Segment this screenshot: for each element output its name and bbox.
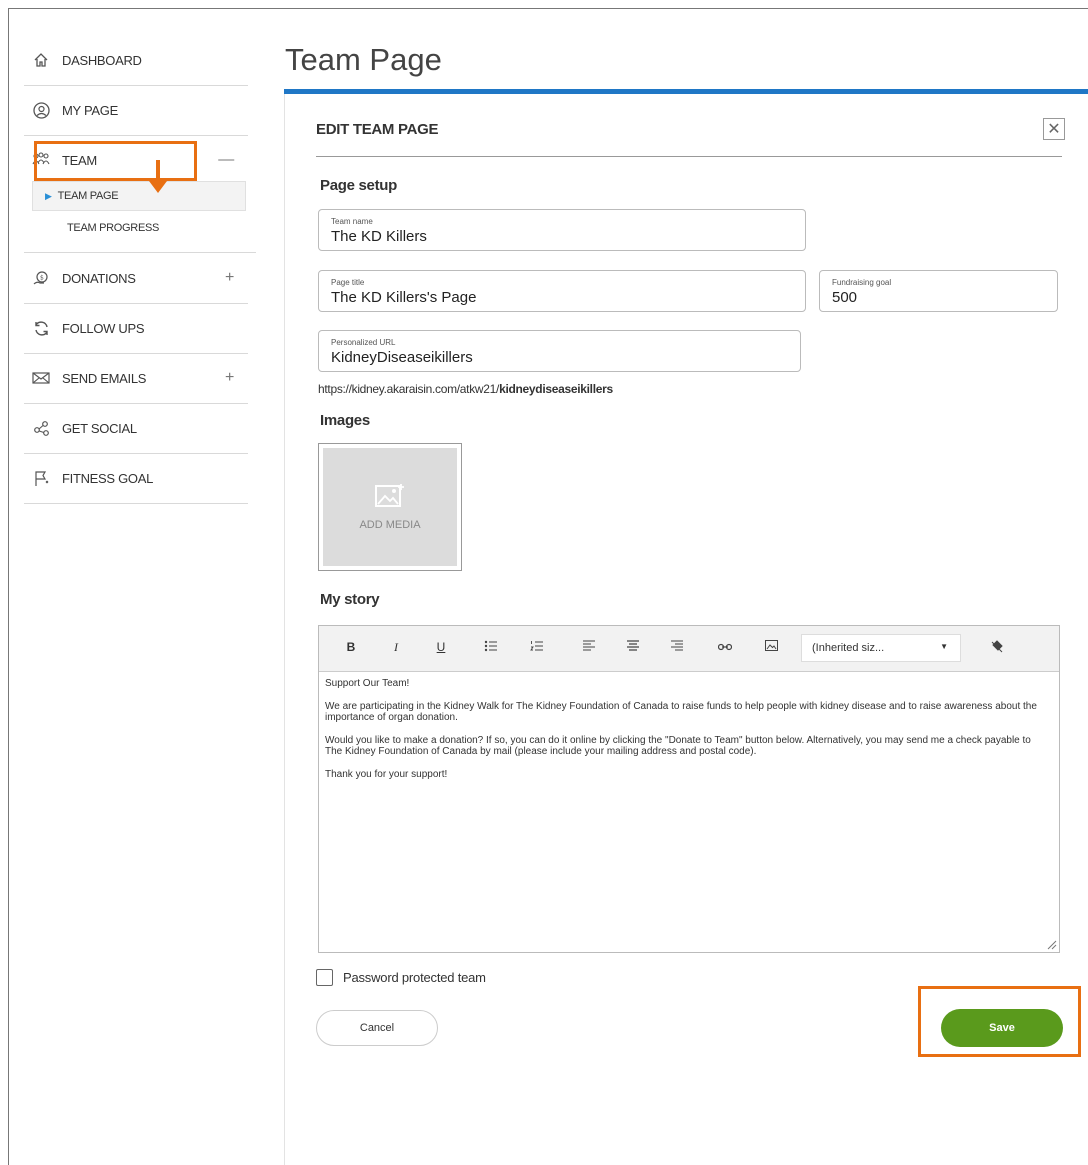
link-icon [717,643,733,651]
url-preview: https://kidney.akaraisin.com/atkw21/kidn… [318,382,613,396]
home-icon [32,51,50,69]
sidebar-item-label: DASHBOARD [62,52,142,68]
align-center-button[interactable] [621,640,645,654]
story-heading: My story [320,591,380,608]
highlight-box-team [34,141,197,181]
flag-icon [32,469,50,487]
sidebar-subitem-team-progress[interactable]: TEAM PROGRESS [67,222,159,234]
font-size-value: (Inherited siz... [812,642,885,654]
sidebar-item-get-social[interactable]: GET SOCIAL [24,403,248,454]
bullet-list-icon [484,640,497,652]
add-media-button[interactable]: ADD MEDIA [318,443,462,571]
bold-button[interactable]: B [339,640,363,654]
password-protected-checkbox[interactable] [316,969,333,986]
story-paragraph: Would you like to make a donation? If so… [325,735,1031,757]
sidebar-item-fitness-goal[interactable]: FITNESS GOAL [24,453,248,504]
image-icon [764,640,778,651]
sidebar-item-follow-ups[interactable]: FOLLOW UPS [24,303,248,354]
page-title-field[interactable]: Page title The KD Killers's Page [318,270,806,312]
expand-toggle[interactable]: + [225,269,234,287]
panel-border [284,94,285,1165]
story-editor[interactable]: B I U (Inherited siz... ▼ Support Our Te… [318,625,1060,953]
align-right-icon [671,640,683,651]
share-icon [32,419,50,437]
donation-icon: $ [32,269,50,287]
numbered-list-button[interactable] [525,640,549,655]
story-paragraph: We are participating in the Kidney Walk … [325,701,1037,723]
align-center-icon [627,640,639,651]
resize-handle-icon[interactable] [1045,938,1057,950]
sidebar-item-my-page[interactable]: MY PAGE [24,85,248,136]
refresh-icon [32,319,50,337]
image-icon [375,484,404,507]
envelope-icon [32,369,50,387]
eraser-icon [991,640,1003,653]
field-value: The KD Killers's Page [331,289,477,306]
underline-button[interactable]: U [429,640,453,654]
field-value: KidneyDiseaseikillers [331,349,473,366]
align-right-button[interactable] [665,640,689,654]
close-icon: ✕ [1047,121,1061,138]
insert-image-button[interactable] [759,640,783,654]
editor-toolbar: B I U (Inherited siz... ▼ [319,626,1059,672]
password-protected-label: Password protected team [343,970,486,985]
clear-format-button[interactable] [985,640,1009,657]
user-circle-icon [32,101,50,119]
sidebar-item-label: GET SOCIAL [62,420,137,436]
save-button[interactable]: Save [941,1009,1063,1047]
active-triangle-icon: ▶ [45,190,52,201]
collapse-toggle[interactable]: — [218,151,234,169]
add-media-label: ADD MEDIA [359,519,421,531]
arrow-head-icon [149,181,167,193]
cancel-button[interactable]: Cancel [316,1010,438,1046]
fundraising-goal-field[interactable]: Fundraising goal 500 [819,270,1058,312]
sidebar-item-label: MY PAGE [62,102,118,118]
numbered-list-icon [530,641,543,651]
field-value: 500 [832,289,858,306]
url-prefix: https://kidney.akaraisin.com/atkw21/ [318,382,500,396]
sidebar-subitem-team-page[interactable]: ▶ TEAM PAGE [32,181,246,211]
accent-bar [284,89,1088,94]
sidebar-item-label: FITNESS GOAL [62,470,154,486]
field-label: Page title [331,278,365,287]
sidebar-item-dashboard[interactable]: DASHBOARD [24,35,248,86]
field-label: Team name [331,217,373,226]
align-left-button[interactable] [577,640,601,654]
align-left-icon [583,640,595,651]
sidebar-item-send-emails[interactable]: SEND EMAILS + [24,353,248,404]
expand-toggle[interactable]: + [225,369,234,387]
team-name-field[interactable]: Team name The KD Killers [318,209,806,251]
story-paragraph: Thank you for your support! [325,769,448,780]
italic-button[interactable]: I [384,640,408,655]
chevron-down-icon: ▼ [940,642,948,651]
sidebar-item-donations[interactable]: $ DONATIONS + [24,253,248,304]
field-label: Fundraising goal [832,278,892,287]
personalized-url-field[interactable]: Personalized URL KidneyDiseaseikillers [318,330,801,372]
close-button[interactable]: ✕ [1043,118,1065,140]
story-content[interactable]: Support Our Team! We are participating i… [325,678,1047,792]
images-heading: Images [320,412,370,429]
sidebar-item-label: SEND EMAILS [62,370,147,386]
url-slug: kidneydiseaseikillers [499,382,613,396]
field-label: Personalized URL [331,338,396,347]
sidebar-item-label: DONATIONS [62,270,136,286]
link-button[interactable] [713,640,737,654]
svg-text:$: $ [40,274,44,281]
page-setup-heading: Page setup [320,177,398,194]
page-title: Team Page [285,42,442,77]
bullet-list-button[interactable] [479,640,503,655]
arrow-down-icon [156,160,160,182]
field-value: The KD Killers [331,228,427,245]
panel-title: EDIT TEAM PAGE [316,121,439,138]
media-placeholder: ADD MEDIA [323,448,457,566]
story-paragraph: Support Our Team! [325,678,410,689]
sidebar-item-label: FOLLOW UPS [62,320,145,336]
sidebar-subitem-label: TEAM PAGE [57,190,119,202]
divider [316,156,1062,157]
font-size-select[interactable]: (Inherited siz... ▼ [801,634,961,662]
